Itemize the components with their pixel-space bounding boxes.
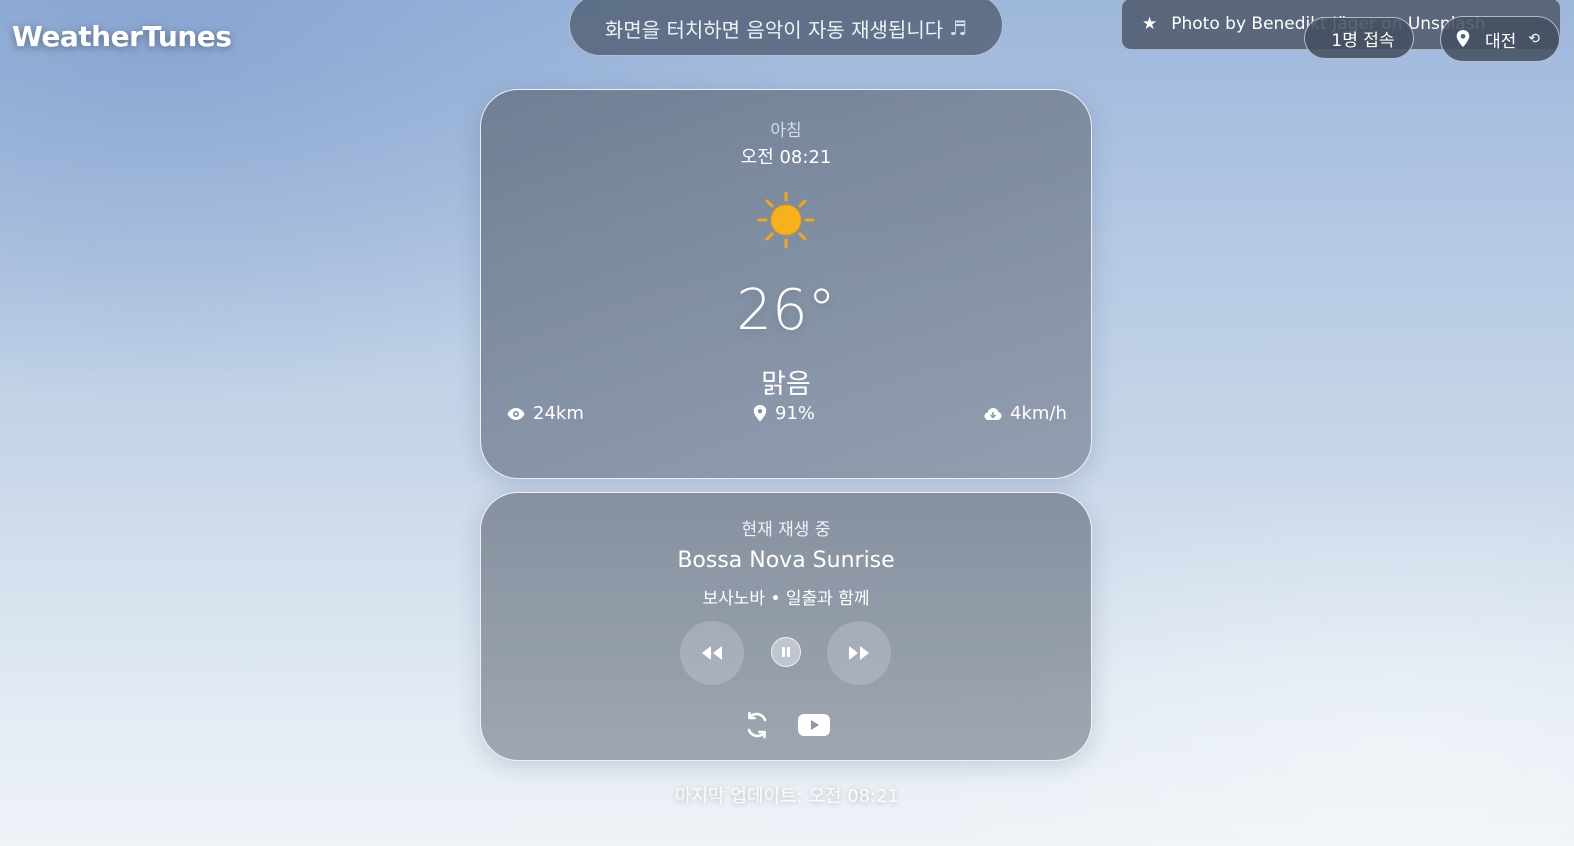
song-subtitle: 보사노바 • 일출과 함께 [702, 589, 870, 609]
map-pin-icon [1456, 30, 1470, 48]
wind-stat: 4km/h [984, 403, 1067, 424]
music-player-card: 현재 재생 중 Bossa Nova Sunrise 보사노바 • 일출과 함께 [480, 492, 1092, 761]
autoplay-tip-banner[interactable]: 화면을 터치하면 음악이 자동 재생됩니다 ♬ [569, 0, 1003, 56]
visibility-value: 24km [533, 403, 584, 424]
location-button[interactable]: 대전 ⟲ [1440, 16, 1560, 62]
rewind-button[interactable] [680, 621, 744, 685]
cloud-wind-icon [984, 407, 1002, 420]
viewer-count-badge: 1명 접속 [1304, 17, 1414, 59]
wind-value: 4km/h [1010, 403, 1067, 424]
youtube-icon[interactable] [797, 711, 831, 739]
music-note-icon: ♬ [949, 16, 968, 40]
humidity-value: 91% [775, 403, 816, 424]
star-icon: ★ [1142, 14, 1158, 34]
autoplay-tip-text: 화면을 터치하면 음악이 자동 재생됩니다 [604, 17, 944, 42]
fast-forward-button[interactable] [827, 621, 891, 685]
rewind-icon [702, 646, 722, 660]
humidity-pin-icon [753, 405, 767, 422]
last-update-text: 마지막 업데이트: 오전 08:21 [674, 786, 900, 807]
now-playing-label: 현재 재생 중 [741, 520, 831, 540]
pause-button[interactable] [771, 637, 801, 667]
pause-icon [782, 647, 790, 657]
viewer-count-text: 1명 접속 [1331, 30, 1395, 51]
eye-icon [507, 407, 525, 420]
refresh-icon[interactable]: ⟲ [1528, 31, 1540, 47]
shuffle-icon[interactable] [743, 711, 771, 739]
current-time: 오전 08:21 [740, 147, 832, 168]
humidity-stat: 91% [753, 403, 815, 424]
app-logo: WeatherTunes [12, 20, 232, 53]
song-title: Bossa Nova Sunrise [677, 548, 895, 573]
weather-condition: 맑음 [761, 369, 811, 400]
fast-forward-icon [849, 646, 869, 660]
time-of-day: 아침 [770, 121, 802, 141]
weather-card: 아침 오전 08:21 26° 맑음 24km 91% 4km/h [480, 89, 1092, 479]
location-city: 대전 [1485, 31, 1517, 52]
sun-icon [757, 191, 815, 249]
temperature: 26° [736, 278, 836, 343]
visibility-stat: 24km [507, 403, 584, 424]
